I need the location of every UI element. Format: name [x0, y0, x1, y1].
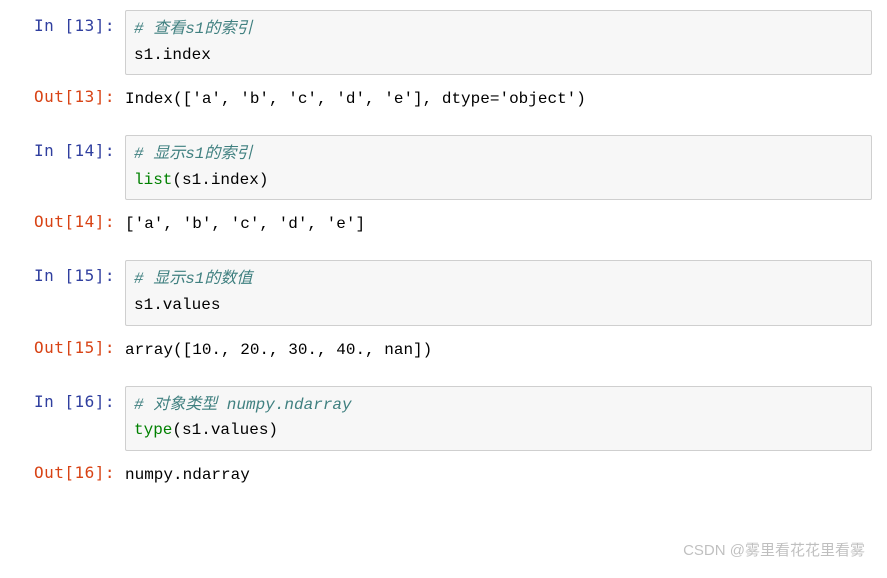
code-input[interactable]: # 对象类型 numpy.ndarray type(s1.values) [125, 386, 872, 451]
input-cell: In [16]: # 对象类型 numpy.ndarray type(s1.va… [15, 386, 872, 451]
out-prompt: Out[16]: [15, 457, 125, 482]
code-input[interactable]: # 查看s1的索引 s1.index [125, 10, 872, 75]
code-comment: # 显示s1的索引 [134, 145, 252, 163]
output-text: Index(['a', 'b', 'c', 'd', 'e'], dtype='… [125, 81, 872, 117]
code-comment: # 对象类型 numpy.ndarray [134, 396, 352, 414]
output-cell: Out[14]: ['a', 'b', 'c', 'd', 'e'] [15, 206, 872, 242]
out-prompt: Out[15]: [15, 332, 125, 357]
code-text: s1 [134, 296, 153, 314]
output-text: array([10., 20., 30., 40., nan]) [125, 332, 872, 368]
code-text: s1 [134, 46, 153, 64]
code-comment: # 查看s1的索引 [134, 20, 252, 38]
in-prompt: In [15]: [15, 260, 125, 285]
builtin: list [134, 171, 172, 189]
input-cell: In [13]: # 查看s1的索引 s1.index [15, 10, 872, 75]
code-input[interactable]: # 显示s1的数值 s1.values [125, 260, 872, 325]
code-text: .index) [201, 171, 268, 189]
in-prompt: In [14]: [15, 135, 125, 160]
code-comment: # 显示s1的数值 [134, 270, 252, 288]
input-cell: In [15]: # 显示s1的数值 s1.values [15, 260, 872, 325]
code-text: (s1 [172, 421, 201, 439]
out-prompt: Out[13]: [15, 81, 125, 106]
output-cell: Out[15]: array([10., 20., 30., 40., nan]… [15, 332, 872, 368]
watermark: CSDN @雾里看花花里看雾 [683, 539, 865, 560]
output-text: ['a', 'b', 'c', 'd', 'e'] [125, 206, 872, 242]
code-input[interactable]: # 显示s1的索引 list(s1.index) [125, 135, 872, 200]
code-text: .values [153, 296, 220, 314]
input-cell: In [14]: # 显示s1的索引 list(s1.index) [15, 135, 872, 200]
builtin: type [134, 421, 172, 439]
code-text: .values) [201, 421, 278, 439]
output-cell: Out[16]: numpy.ndarray [15, 457, 872, 493]
output-text: numpy.ndarray [125, 457, 872, 493]
in-prompt: In [13]: [15, 10, 125, 35]
output-cell: Out[13]: Index(['a', 'b', 'c', 'd', 'e']… [15, 81, 872, 117]
out-prompt: Out[14]: [15, 206, 125, 231]
in-prompt: In [16]: [15, 386, 125, 411]
code-text: .index [153, 46, 211, 64]
code-text: (s1 [172, 171, 201, 189]
